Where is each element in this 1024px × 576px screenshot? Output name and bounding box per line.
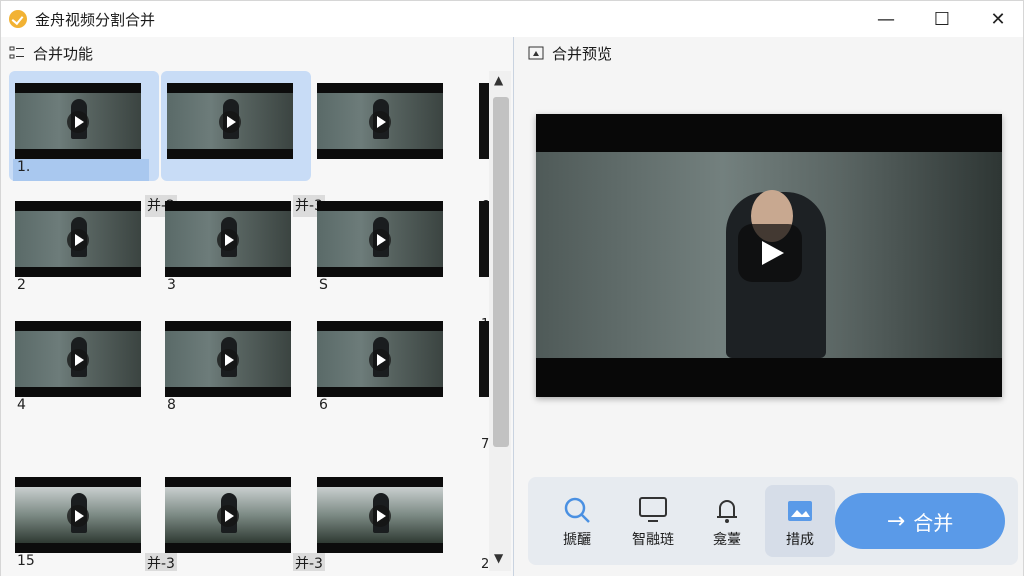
panel-title: 合并功能	[33, 44, 94, 63]
play-icon[interactable]	[219, 111, 241, 133]
video-tile[interactable]	[159, 465, 309, 571]
video-thumbnail[interactable]	[479, 321, 489, 397]
video-tile[interactable]: 1.	[9, 71, 159, 181]
video-tile-label: 6	[319, 397, 328, 413]
video-tile[interactable]: 2	[9, 189, 159, 299]
list-icon	[9, 46, 25, 60]
video-thumbnail	[165, 321, 291, 397]
play-icon[interactable]	[217, 505, 239, 527]
video-thumbnail-grid: 1. 并-2 并-3 6 2 3 S	[9, 71, 489, 571]
video-tile-label: 2	[481, 557, 489, 571]
video-tile-label: 2	[17, 277, 26, 293]
scrollbar-thumb[interactable]	[493, 97, 509, 447]
video-thumbnail	[317, 83, 443, 159]
video-tile[interactable]	[311, 465, 461, 571]
video-thumbnail[interactable]	[479, 201, 489, 277]
tool-label: 龛薹	[713, 532, 741, 548]
scroll-up-icon[interactable]: ▲	[494, 73, 503, 87]
play-icon[interactable]	[369, 229, 391, 251]
tool-button-search[interactable]: 搋釃	[542, 485, 612, 557]
video-tile[interactable]	[161, 71, 311, 181]
play-icon[interactable]	[738, 224, 802, 282]
play-icon[interactable]	[67, 229, 89, 251]
merge-button-label: 合并	[913, 510, 954, 535]
preview-icon	[528, 46, 544, 60]
play-icon[interactable]	[217, 349, 239, 371]
app-window: 金舟视频分割合并 — ☐ ✕ 合并功能 1. 并-2 并-3 2 3 S 4 8…	[0, 0, 1024, 576]
tool-label: 搋釃	[563, 532, 591, 548]
scroll-down-icon[interactable]: ▼	[494, 551, 503, 565]
merge-button[interactable]: → 合并	[835, 493, 1005, 549]
arrow-right-icon: →	[886, 508, 906, 534]
play-icon[interactable]	[217, 229, 239, 251]
panel-header: 合并预览	[528, 37, 612, 69]
play-icon[interactable]	[369, 505, 391, 527]
video-tile-label: 3	[167, 277, 176, 293]
play-icon[interactable]	[67, 505, 89, 527]
folder-image-icon	[785, 495, 815, 525]
close-button[interactable]: ✕	[975, 1, 1021, 37]
video-thumbnail	[317, 321, 443, 397]
video-tile[interactable]: S	[311, 189, 461, 299]
video-tile-label: 1.	[13, 159, 149, 181]
video-tile[interactable]: 6	[311, 309, 461, 419]
video-thumbnail	[15, 321, 141, 397]
video-thumbnail	[317, 201, 443, 277]
video-tile[interactable]: 3	[159, 189, 309, 299]
minimize-button[interactable]: —	[863, 1, 909, 37]
video-tile-label: 8	[167, 397, 176, 413]
merge-preview-panel: 合并预览 搋釃 智融琏 龛薹 措成 → 合并	[514, 37, 1023, 576]
video-thumbnail	[165, 477, 291, 553]
video-thumbnail	[15, 201, 141, 277]
video-tile[interactable]: 15	[9, 465, 159, 571]
window-title: 金舟视频分割合并	[35, 11, 156, 29]
video-thumbnail	[15, 83, 141, 159]
tool-button-image[interactable]: 措成	[765, 485, 835, 557]
tool-button-monitor[interactable]: 智融琏	[618, 485, 688, 557]
video-tile[interactable]	[311, 71, 461, 181]
bottom-toolbar: 搋釃 智融琏 龛薹 措成 → 合并	[528, 477, 1018, 565]
video-thumbnail[interactable]	[479, 83, 489, 159]
maximize-button[interactable]: ☐	[919, 1, 965, 37]
bell-icon	[712, 495, 742, 525]
play-icon[interactable]	[369, 349, 391, 371]
video-tile-label: 并-3	[293, 553, 325, 571]
panel-title: 合并预览	[552, 44, 613, 63]
video-tile-label: 4	[17, 397, 26, 413]
play-icon[interactable]	[369, 111, 391, 133]
monitor-icon	[638, 495, 668, 525]
panel-header: 合并功能	[9, 37, 93, 69]
play-icon[interactable]	[67, 111, 89, 133]
video-thumbnail	[167, 83, 293, 159]
video-thumbnail	[165, 201, 291, 277]
merge-function-panel: 合并功能 1. 并-2 并-3 6 2	[1, 37, 514, 576]
tool-label: 智融琏	[632, 532, 674, 548]
video-thumbnail	[15, 477, 141, 553]
play-icon[interactable]	[67, 349, 89, 371]
video-tile-label: 7	[481, 437, 489, 452]
video-tile[interactable]: 8	[159, 309, 309, 419]
video-tile-label: 并-3	[145, 553, 177, 571]
app-logo-icon	[9, 10, 27, 28]
title-bar: 金舟视频分割合并 — ☐ ✕	[1, 1, 1023, 37]
tool-label: 措成	[786, 532, 814, 548]
video-tile-label: S	[319, 277, 328, 293]
video-tile-label: 15	[17, 553, 35, 569]
video-thumbnail	[317, 477, 443, 553]
search-icon	[562, 495, 592, 525]
video-preview[interactable]	[536, 114, 1002, 397]
video-tile[interactable]: 4	[9, 309, 159, 419]
tool-button-bell[interactable]: 龛薹	[692, 485, 762, 557]
